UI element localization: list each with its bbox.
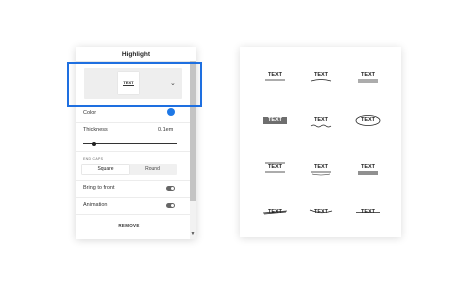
bring-to-front-toggle[interactable]: [166, 186, 175, 191]
overline-underline-icon: [265, 162, 285, 173]
highlight-style-option-thick-double-underline[interactable]: TEXT: [353, 164, 383, 176]
animation-toggle[interactable]: [166, 203, 175, 208]
highlight-style-grid: TEXT TEXT TEXT TEXT TEXT TEXT TEXT TEXT TEXT TEXT…: [240, 47, 401, 237]
underline-icon: [265, 79, 285, 81]
title-divider: [76, 61, 196, 62]
wavy-underline-icon: [310, 124, 332, 128]
curved-underline-icon: [310, 79, 332, 82]
remove-button[interactable]: REMOVE: [76, 223, 182, 228]
thickness-value: 0.1em: [158, 127, 174, 133]
divider: [76, 197, 190, 198]
divider: [76, 122, 190, 123]
preview-underline: [123, 85, 134, 86]
double-underline-icon: [358, 79, 378, 83]
divider: [76, 151, 190, 152]
underline-swoosh-icon: [311, 171, 331, 176]
end-caps-selector: Square Round: [81, 164, 177, 175]
highlight-style-option-underline-swoosh[interactable]: TEXT: [306, 164, 336, 176]
highlight-style-option-oval-circle[interactable]: TEXT: [353, 115, 383, 129]
end-cap-round-button[interactable]: Round: [129, 165, 176, 174]
thickness-label: Thickness: [83, 127, 108, 133]
thick-double-underline-icon: [358, 171, 378, 175]
style-preview-dropdown[interactable]: TEXT ⌄: [84, 68, 182, 99]
highlight-style-option-overline-underline[interactable]: TEXT: [260, 162, 290, 176]
scroll-down-arrow-icon[interactable]: ▼: [190, 231, 196, 237]
style-option-text: TEXT: [267, 117, 283, 123]
highlight-panel: Highlight TEXT ⌄ Color Thickness 0.1em E…: [76, 47, 196, 239]
highlight-style-option-strikethrough[interactable]: TEXT: [353, 209, 383, 221]
color-label: Color: [83, 110, 97, 116]
scribble-strike-icon: [262, 210, 288, 215]
highlight-style-option-double-underline[interactable]: TEXT: [353, 72, 383, 84]
color-swatch[interactable]: [167, 108, 175, 116]
chevron-down-icon[interactable]: ⌄: [170, 79, 176, 87]
panel-title: Highlight: [121, 51, 151, 58]
highlight-style-option-curved-underline[interactable]: TEXT: [306, 72, 336, 84]
end-cap-square-button[interactable]: Square: [82, 165, 129, 174]
divider: [76, 214, 190, 215]
oval-circle-icon: [355, 115, 381, 126]
curved-strike-icon: [309, 209, 333, 214]
highlight-style-option-scribble-strike[interactable]: TEXT: [260, 209, 290, 221]
divider: [76, 180, 190, 181]
style-preview-card: TEXT: [118, 72, 139, 94]
thickness-slider[interactable]: [83, 143, 177, 144]
animation-label: Animation: [83, 202, 108, 208]
bring-to-front-label: Bring to front: [83, 185, 115, 191]
highlight-style-option-underline[interactable]: TEXT: [260, 72, 290, 84]
scrollbar[interactable]: ▼: [190, 61, 196, 239]
thickness-slider-handle[interactable]: [92, 141, 96, 146]
end-caps-label: END CAPS: [83, 157, 104, 161]
highlight-style-option-wavy-underline[interactable]: TEXT: [306, 117, 336, 129]
scrollbar-thumb[interactable]: [190, 61, 196, 201]
highlight-style-option-curved-strike[interactable]: TEXT: [306, 209, 336, 221]
strikethrough-icon: [356, 212, 380, 213]
highlight-style-option-solid-highlight[interactable]: TEXT: [260, 117, 290, 129]
